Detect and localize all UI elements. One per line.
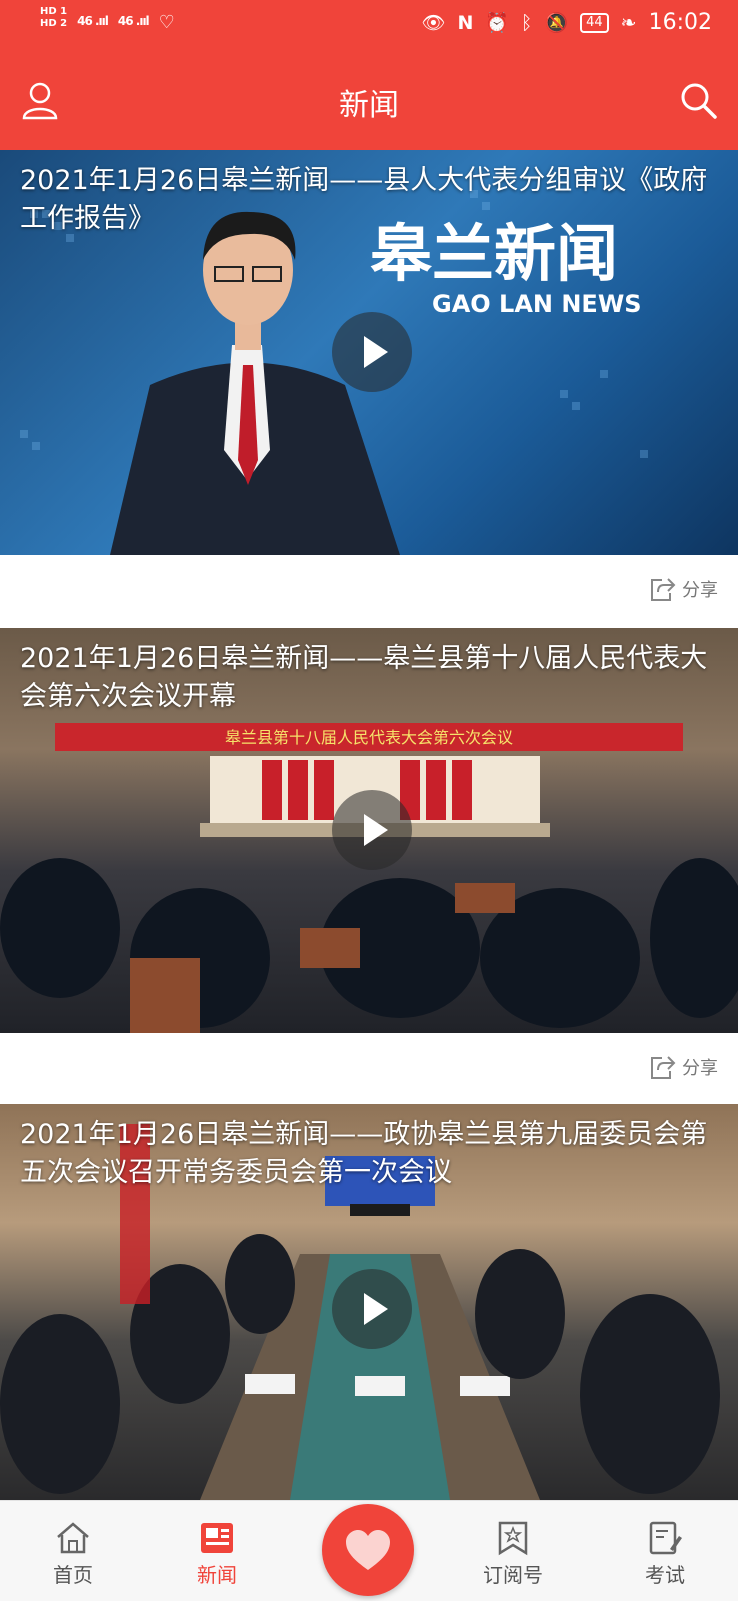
news-card[interactable]: 皋兰新闻 GAO LAN NEWS 2021年1月26日皋兰新闻——县人大代表分… — [0, 150, 738, 624]
share-label: 分享 — [682, 580, 718, 601]
share-icon — [651, 578, 676, 601]
video-thumbnail[interactable]: 2021年1月26日皋兰新闻——政协皋兰县第九届委员会第五次会议召开常务委员会第… — [0, 1104, 738, 1500]
heart-rate-icon: ♡ — [158, 12, 175, 33]
tab-home[interactable]: 首页 — [18, 1501, 128, 1601]
banner-subtext: GAO LAN NEWS — [432, 290, 642, 318]
share-icon — [651, 1056, 676, 1079]
tab-subscribe-label: 订阅号 — [483, 1563, 543, 1587]
play-button[interactable] — [332, 1269, 412, 1349]
tab-news[interactable]: 新闻 — [162, 1501, 272, 1601]
status-right: 👁 N ⏰ ᛒ 🔕 44 ❧ 16:02 — [421, 10, 712, 35]
app-header: 新闻 — [0, 50, 738, 150]
news-title[interactable]: 2021年1月26日皋兰新闻——县人大代表分组审议《政府工作报告》 — [20, 162, 720, 238]
heart-icon — [346, 1530, 390, 1570]
leaf-icon: ❧ — [620, 11, 637, 34]
search-icon[interactable] — [676, 78, 720, 122]
share-button[interactable]: 分享 — [648, 575, 718, 603]
signal-strength-1: 46 .ııl — [77, 14, 109, 28]
tab-news-label: 新闻 — [197, 1563, 237, 1587]
battery-level: 44 — [580, 12, 609, 33]
video-thumbnail[interactable]: 皋兰县第十八届人民代表大会第六次会议 2021年1月26日皋兰新闻——皋兰县第十… — [0, 628, 738, 1033]
hd1-indicator: HD 1 — [40, 6, 68, 17]
tab-home-label: 首页 — [53, 1563, 93, 1587]
eye-icon: 👁 — [421, 12, 446, 34]
clock: 16:02 — [648, 10, 712, 35]
page-title: 新闻 — [339, 88, 399, 123]
news-icon — [201, 1523, 233, 1553]
hd2-indicator: HD 2 — [40, 18, 68, 29]
favorite-button[interactable] — [322, 1504, 414, 1596]
tab-exam[interactable]: 考试 — [610, 1501, 720, 1601]
video-thumbnail[interactable]: 皋兰新闻 GAO LAN NEWS 2021年1月26日皋兰新闻——县人大代表分… — [0, 150, 738, 555]
play-button[interactable] — [332, 312, 412, 392]
exam-icon — [649, 1521, 682, 1555]
news-card[interactable]: 2021年1月26日皋兰新闻——政协皋兰县第九届委员会第五次会议召开常务委员会第… — [0, 1104, 738, 1500]
tab-exam-label: 考试 — [645, 1563, 685, 1587]
bluetooth-icon: ᛒ — [521, 11, 533, 34]
home-icon — [57, 1522, 89, 1554]
news-card[interactable]: 皋兰县第十八届人民代表大会第六次会议 2021年1月26日皋兰新闻——皋兰县第十… — [0, 628, 738, 1102]
play-button[interactable] — [332, 790, 412, 870]
share-button[interactable]: 分享 — [648, 1053, 718, 1081]
mute-icon: 🔕 — [544, 12, 569, 34]
status-bar: HD 1 HD 2 46 .ııl 46 .ııl ♡ 👁 N ⏰ ᛒ 🔕 44… — [0, 0, 738, 50]
alarm-icon: ⏰ — [485, 12, 510, 34]
signal-strength-2: 46 .ııl — [117, 14, 150, 28]
news-title[interactable]: 2021年1月26日皋兰新闻——政协皋兰县第九届委员会第五次会议召开常务委员会第… — [20, 1116, 720, 1192]
news-title[interactable]: 2021年1月26日皋兰新闻——皋兰县第十八届人民代表大会第六次会议开幕 — [20, 640, 720, 716]
share-label: 分享 — [682, 1058, 718, 1079]
status-left: HD 1 HD 2 46 .ııl 46 .ııl ♡ — [40, 6, 175, 33]
tab-subscribe[interactable]: 订阅号 — [458, 1501, 568, 1601]
subscribe-icon — [498, 1521, 528, 1556]
hd-indicators: HD 1 HD 2 — [40, 6, 67, 30]
hall-banner: 皋兰县第十八届人民代表大会第六次会议 — [225, 728, 513, 747]
nfc-icon: N — [457, 11, 474, 34]
